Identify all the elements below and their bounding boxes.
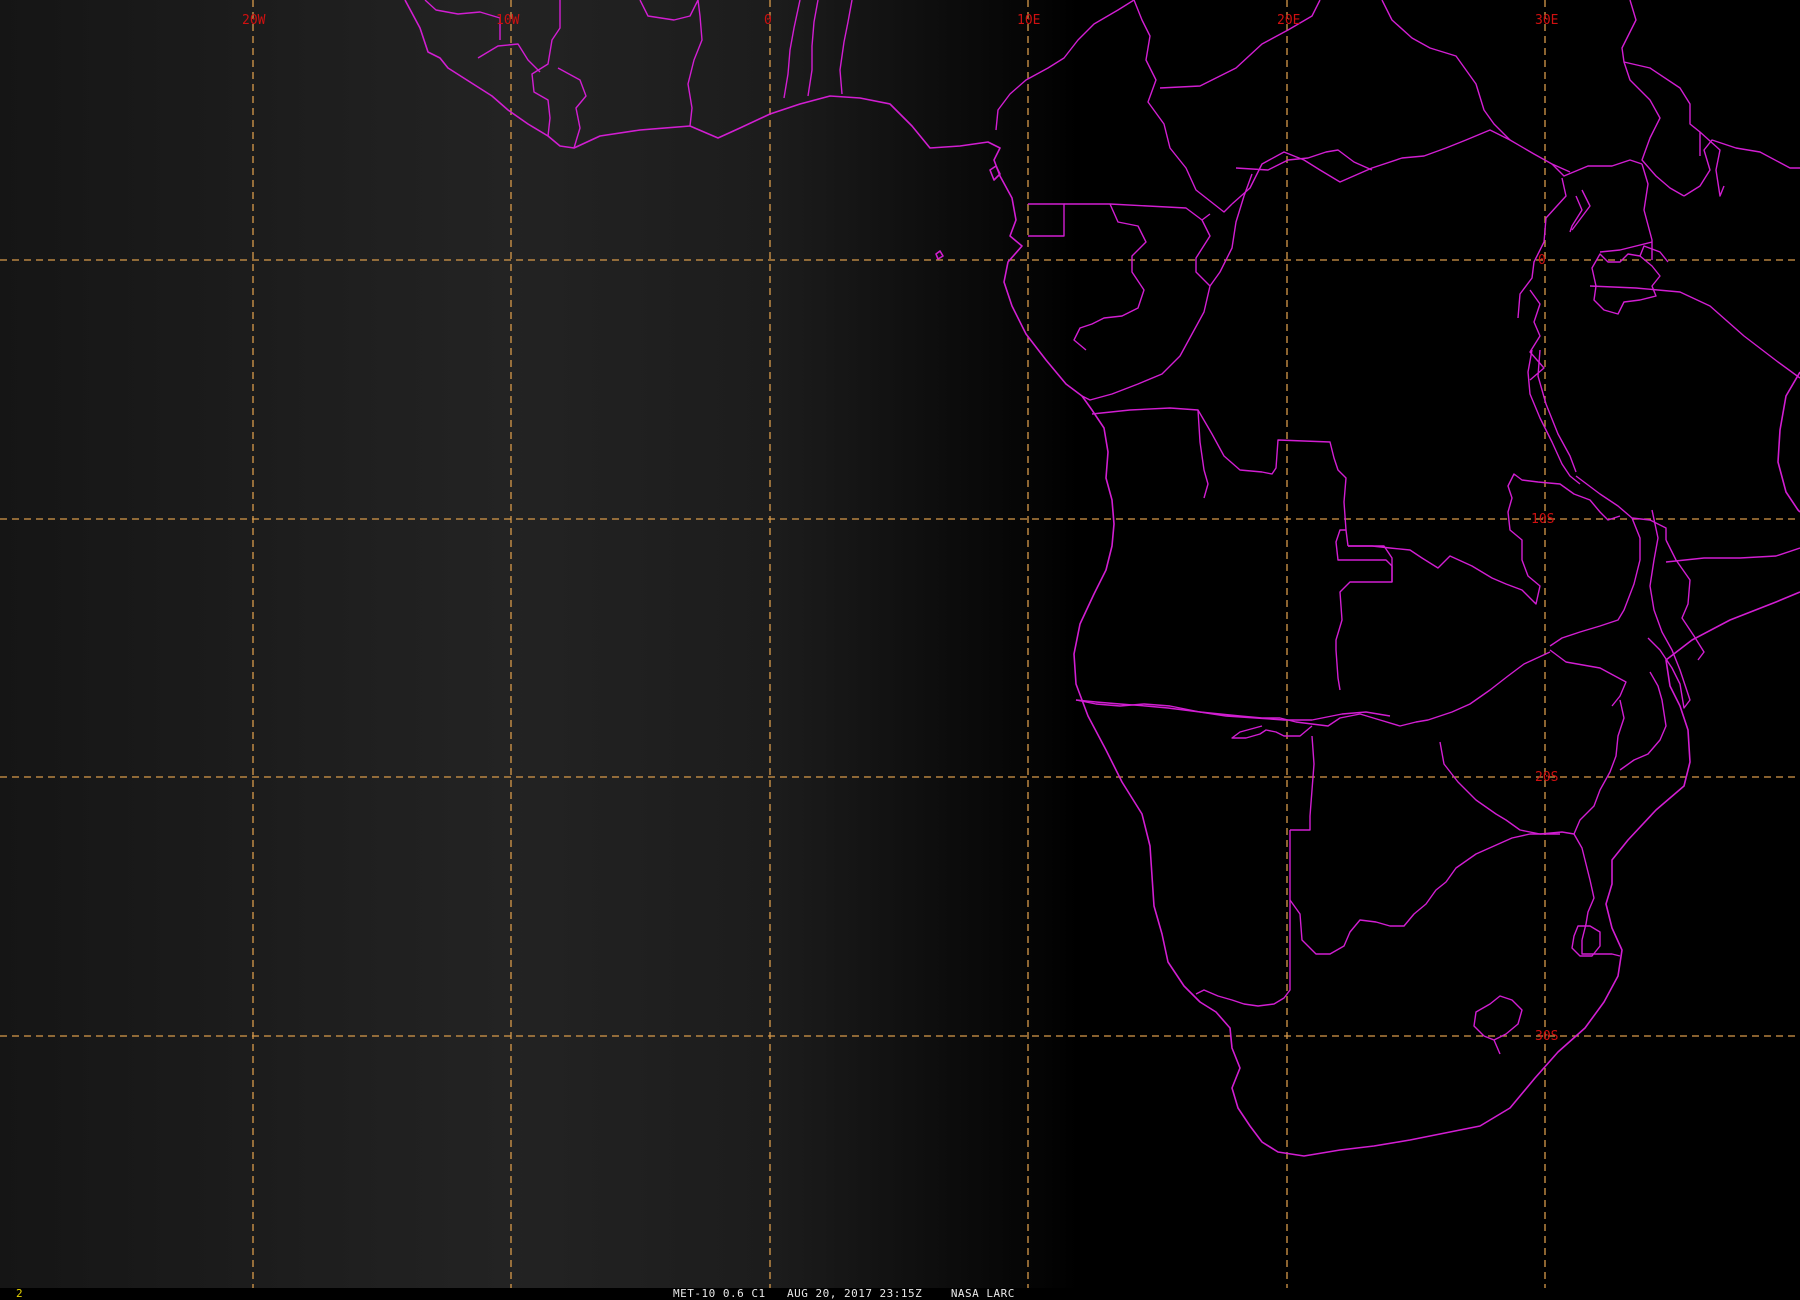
- status-bar: 2 MET-10 0.6 C1 AUG 20, 2017 23:15Z NASA…: [0, 1288, 1800, 1300]
- lon-label-30e: 30E: [1535, 13, 1558, 28]
- lat-label-20s: 20S: [1535, 770, 1558, 785]
- lon-label-20w: 20W: [242, 13, 266, 28]
- image-datetime: AUG 20, 2017 23:15Z: [786, 1287, 923, 1300]
- lat-label-30s: 30S: [1535, 1029, 1558, 1044]
- lon-label-10e: 10E: [1017, 13, 1040, 28]
- lon-label-20e: 20E: [1277, 13, 1300, 28]
- lon-label-10w: 10W: [496, 13, 520, 28]
- lat-label-0: 0: [1538, 253, 1546, 268]
- image-source: NASA LARC: [950, 1287, 1015, 1300]
- satellite-channel: MET-10 0.6 C1: [673, 1287, 766, 1300]
- image-caption: MET-10 0.6 C1 AUG 20, 2017 23:15Z NASA L…: [673, 1288, 1015, 1300]
- imagery-background: [0, 0, 1800, 1288]
- satellite-map: 20W 10W 0 10E 20E 30E 0 10S 20S 30S: [0, 0, 1800, 1288]
- lat-label-10s: 10S: [1531, 512, 1554, 527]
- lon-label-0: 0: [764, 13, 772, 28]
- frame-number: 2: [16, 1287, 23, 1300]
